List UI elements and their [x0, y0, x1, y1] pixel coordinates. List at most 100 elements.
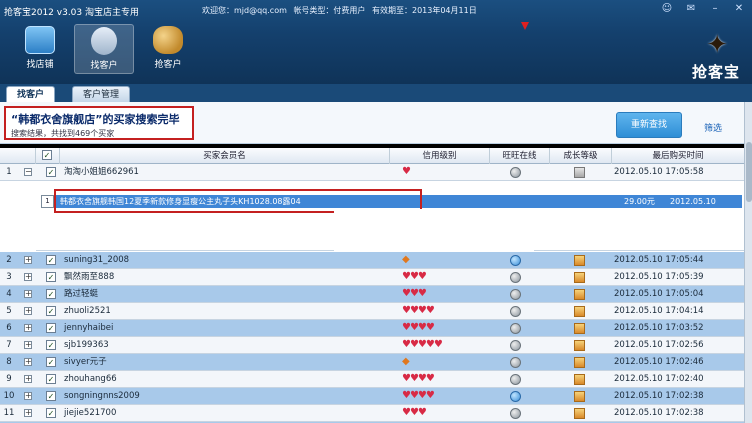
row-checkbox[interactable]: ✓: [46, 408, 56, 418]
plus-icon[interactable]: +: [24, 341, 32, 349]
wangwang-offline-icon[interactable]: [510, 272, 521, 283]
online-status[interactable]: [500, 286, 530, 303]
order-detail-number[interactable]: 1: [41, 195, 54, 208]
close-icon[interactable]: ✕: [732, 3, 746, 14]
row-checkbox[interactable]: ✓: [46, 323, 56, 333]
filter-link[interactable]: 筛选: [704, 121, 722, 134]
row-checkbox[interactable]: ✓: [46, 357, 56, 367]
online-status[interactable]: [500, 164, 530, 181]
row-checkbox[interactable]: ✓: [46, 391, 56, 401]
tab-find-customer[interactable]: 找客户: [6, 86, 56, 102]
plus-icon[interactable]: +: [24, 290, 32, 298]
plus-icon[interactable]: +: [24, 256, 32, 264]
header-grade[interactable]: 成长等级: [550, 148, 612, 164]
row-check[interactable]: ✓: [44, 405, 58, 422]
wangwang-offline-icon[interactable]: [510, 167, 521, 178]
plus-icon[interactable]: +: [24, 409, 32, 417]
row-check[interactable]: ✓: [44, 286, 58, 303]
expand-toggle[interactable]: +: [22, 371, 36, 388]
row-number: 3: [6, 272, 12, 282]
header-last-time[interactable]: 最后购买时间: [612, 148, 744, 164]
wangwang-online-icon[interactable]: [510, 255, 521, 266]
header-select-all[interactable]: ✓: [36, 148, 60, 164]
online-status[interactable]: [500, 371, 530, 388]
row-check[interactable]: ✓: [44, 303, 58, 320]
table-row[interactable]: 7 + ✓ sjb199363 ♥♥♥♥♥ 2012.05.10 17:02:56: [0, 337, 744, 354]
plus-icon[interactable]: +: [24, 375, 32, 383]
row-checkbox[interactable]: ✓: [46, 340, 56, 350]
online-status[interactable]: [500, 337, 530, 354]
online-status[interactable]: [500, 303, 530, 320]
online-status[interactable]: [500, 354, 530, 371]
row-check[interactable]: ✓: [44, 388, 58, 405]
wangwang-offline-icon[interactable]: [510, 408, 521, 419]
expand-toggle[interactable]: +: [22, 405, 36, 422]
minimize-icon[interactable]: –: [708, 3, 722, 14]
header-credit[interactable]: 信用级别: [390, 148, 490, 164]
scrollbar-thumb[interactable]: [746, 142, 752, 202]
find-store-button[interactable]: 找店铺: [10, 24, 70, 74]
table-row[interactable]: 10 + ✓ songningnns2009 ♥♥♥♥ 2012.05.10 17:02:…: [0, 388, 744, 405]
row-checkbox[interactable]: ✓: [46, 167, 56, 177]
row-checkbox[interactable]: ✓: [46, 255, 56, 265]
row-check[interactable]: ✓: [44, 320, 58, 337]
expand-toggle[interactable]: +: [22, 337, 36, 354]
row-check[interactable]: ✓: [44, 354, 58, 371]
online-status[interactable]: [500, 320, 530, 337]
table-row[interactable]: 3 + ✓ 飘然雨至888 ♥♥♥ 2012.05.10 17:05:39: [0, 269, 744, 286]
wangwang-offline-icon[interactable]: [510, 374, 521, 385]
online-status[interactable]: [500, 388, 530, 405]
wangwang-offline-icon[interactable]: [510, 323, 521, 334]
wangwang-online-icon[interactable]: [510, 391, 521, 402]
expand-toggle[interactable]: +: [22, 388, 36, 405]
header-buyer-name[interactable]: 买家会员名: [60, 148, 390, 164]
wangwang-offline-icon[interactable]: [510, 289, 521, 300]
collapse-toggle[interactable]: −: [22, 164, 36, 181]
user-icon[interactable]: ☺: [660, 3, 674, 14]
find-customer-button[interactable]: 找客户: [74, 24, 134, 74]
table-row[interactable]: 4 + ✓ 路过轻蜓 ♥♥♥ 2012.05.10 17:05:04: [0, 286, 744, 303]
row-check[interactable]: ✓: [44, 371, 58, 388]
chat-icon[interactable]: ✉: [684, 3, 698, 14]
expand-toggle[interactable]: +: [22, 354, 36, 371]
credit-level: ♥♥♥♥: [400, 320, 484, 337]
row-check[interactable]: ✓: [44, 164, 58, 181]
row-check[interactable]: ✓: [44, 269, 58, 286]
header-online[interactable]: 旺旺在线: [490, 148, 550, 164]
online-status[interactable]: [500, 269, 530, 286]
expand-toggle[interactable]: +: [22, 320, 36, 337]
table-row[interactable]: 8 + ✓ sivyer元子 ◆ 2012.05.10 17:02:46: [0, 354, 744, 371]
plus-icon[interactable]: +: [24, 324, 32, 332]
online-status[interactable]: [500, 405, 530, 422]
table-row[interactable]: 9 + ✓ zhouhang66 ♥♥♥♥ 2012.05.10 17:02:40: [0, 371, 744, 388]
row-check[interactable]: ✓: [44, 337, 58, 354]
expand-toggle[interactable]: +: [22, 286, 36, 303]
wangwang-offline-icon[interactable]: [510, 306, 521, 317]
vertical-scrollbar[interactable]: [744, 102, 752, 423]
row-checkbox[interactable]: ✓: [46, 289, 56, 299]
row-check[interactable]: ✓: [44, 252, 58, 269]
row-checkbox[interactable]: ✓: [46, 306, 56, 316]
grab-customer-button[interactable]: 抢客户: [138, 24, 198, 74]
plus-icon[interactable]: +: [24, 273, 32, 281]
tab-customer-management[interactable]: 客户管理: [72, 86, 131, 102]
wangwang-offline-icon[interactable]: [510, 357, 521, 368]
table-row[interactable]: 6 + ✓ jennyhaibei ♥♥♥♥ 2012.05.10 17:03:52: [0, 320, 744, 337]
plus-icon[interactable]: +: [24, 392, 32, 400]
table-row-expanded[interactable]: 1 − ✓ 淘淘小姐姐662961 ♥ 2012.05.10 17:05:58: [0, 164, 744, 181]
table-row[interactable]: 11 + ✓ jiejie521700 ♥♥♥ 2012.05.10 17:02:38: [0, 405, 744, 422]
plus-icon[interactable]: +: [24, 358, 32, 366]
select-all-checkbox[interactable]: ✓: [42, 150, 52, 160]
plus-icon[interactable]: +: [24, 307, 32, 315]
research-button[interactable]: 重新查找: [616, 112, 682, 138]
expand-toggle[interactable]: +: [22, 252, 36, 269]
online-status[interactable]: [500, 252, 530, 269]
minus-icon[interactable]: −: [24, 168, 32, 176]
expand-toggle[interactable]: +: [22, 269, 36, 286]
row-checkbox[interactable]: ✓: [46, 272, 56, 282]
row-checkbox[interactable]: ✓: [46, 374, 56, 384]
table-row[interactable]: 5 + ✓ zhuoli2521 ♥♥♥♥ 2012.05.10 17:04:14: [0, 303, 744, 320]
expand-toggle[interactable]: +: [22, 303, 36, 320]
wangwang-offline-icon[interactable]: [510, 340, 521, 351]
table-row[interactable]: 2 + ✓ suning31_2008 ◆ 2012.05.10 17:05:44: [0, 252, 744, 269]
